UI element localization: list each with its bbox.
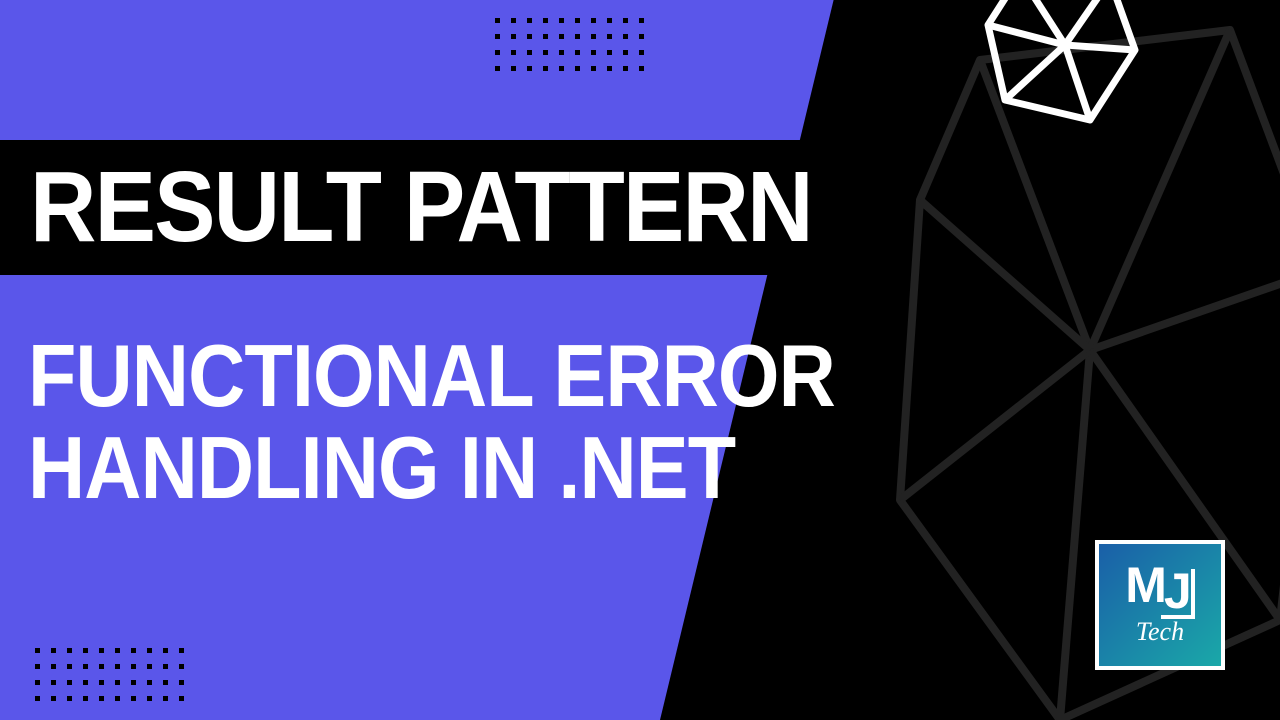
logo-word: Tech <box>1136 617 1184 647</box>
dot-grid-decoration-bottom <box>35 648 185 702</box>
logo-initials: MJ <box>1125 563 1194 613</box>
main-title: RESULT PATTERN <box>30 160 812 255</box>
logo-letter-j: J <box>1161 569 1195 619</box>
brand-logo: MJ Tech <box>1095 540 1225 670</box>
dot-grid-decoration-top <box>495 18 645 72</box>
logo-letter-m: M <box>1125 557 1164 613</box>
subtitle-block: FUNCTIONAL ERROR HANDLING IN .NET <box>28 330 835 515</box>
thumbnail-canvas: RESULT PATTERN FUNCTIONAL ERROR HANDLING… <box>0 0 1280 720</box>
crystal-shape-white-icon <box>980 0 1150 140</box>
subtitle-line-2: HANDLING IN .NET <box>28 422 835 514</box>
title-banner: RESULT PATTERN <box>0 140 908 275</box>
subtitle-line-1: FUNCTIONAL ERROR <box>28 330 835 422</box>
